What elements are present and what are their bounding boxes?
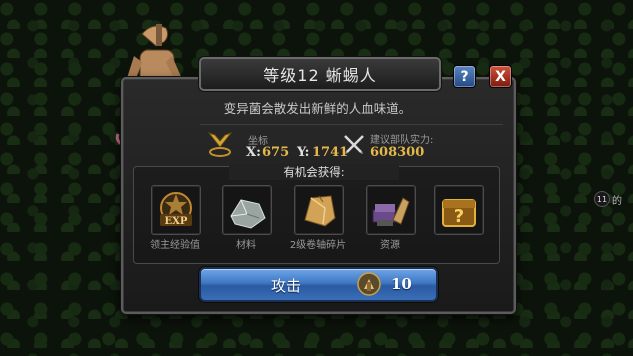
close-button[interactable]: X [490,66,511,87]
scroll-fragment-icon [304,195,336,227]
help-icon: ? [460,68,469,85]
svg-text:?: ? [454,206,464,227]
dialog-title: 等级12 蜥蜴人 [263,66,377,85]
coordinate-x-label: X: [246,145,261,160]
monster-description: 变异菌会散发出新鲜的人血味道。 [223,101,412,116]
divider [200,124,503,125]
exp-icon: EXP [160,192,192,227]
map-node-number: 11 [596,194,608,204]
reward-label-scroll-fragment: 2级卷轴碎片 [289,240,347,251]
resource-icon [372,197,410,226]
stamina-icon [357,272,381,296]
mystery-chest-icon: ? [442,199,476,227]
reward-label-material: 材料 [236,240,256,251]
reward-label-exp: 领主经验值 [150,240,200,251]
recommended-power-label: 建议部队实力: [370,135,434,146]
help-button[interactable]: ? [454,66,475,87]
svg-text:EXP: EXP [165,216,188,227]
reward-item-material[interactable] [222,185,272,235]
attack-label: 攻击 [271,277,302,295]
rewards-title: 有机会获得: [229,164,399,180]
attack-stamina-cost: 10 [391,275,412,293]
close-icon: X [495,68,506,85]
coordinate-y-label: Y: [297,145,310,160]
reward-item-mystery-chest[interactable]: ? [434,185,484,235]
attack-button[interactable]: 攻击 10 [199,267,438,302]
reward-item-scroll-fragment[interactable] [294,185,344,235]
reward-item-exp[interactable]: EXP [151,185,201,235]
recommended-power-value: 608300 [370,145,425,160]
material-icon [230,199,266,229]
map-node-badge[interactable]: 11 [594,191,610,207]
crossed-swords-icon [344,135,364,154]
location-pin-icon[interactable] [207,130,233,158]
dialog-title-plate: 等级12 蜥蜴人 [199,57,441,91]
reward-label-resource: 资源 [380,240,400,251]
map-node-label: 的 [612,196,622,207]
coordinate-x-value[interactable]: 675 [262,145,289,160]
reward-item-resource[interactable] [366,185,416,235]
